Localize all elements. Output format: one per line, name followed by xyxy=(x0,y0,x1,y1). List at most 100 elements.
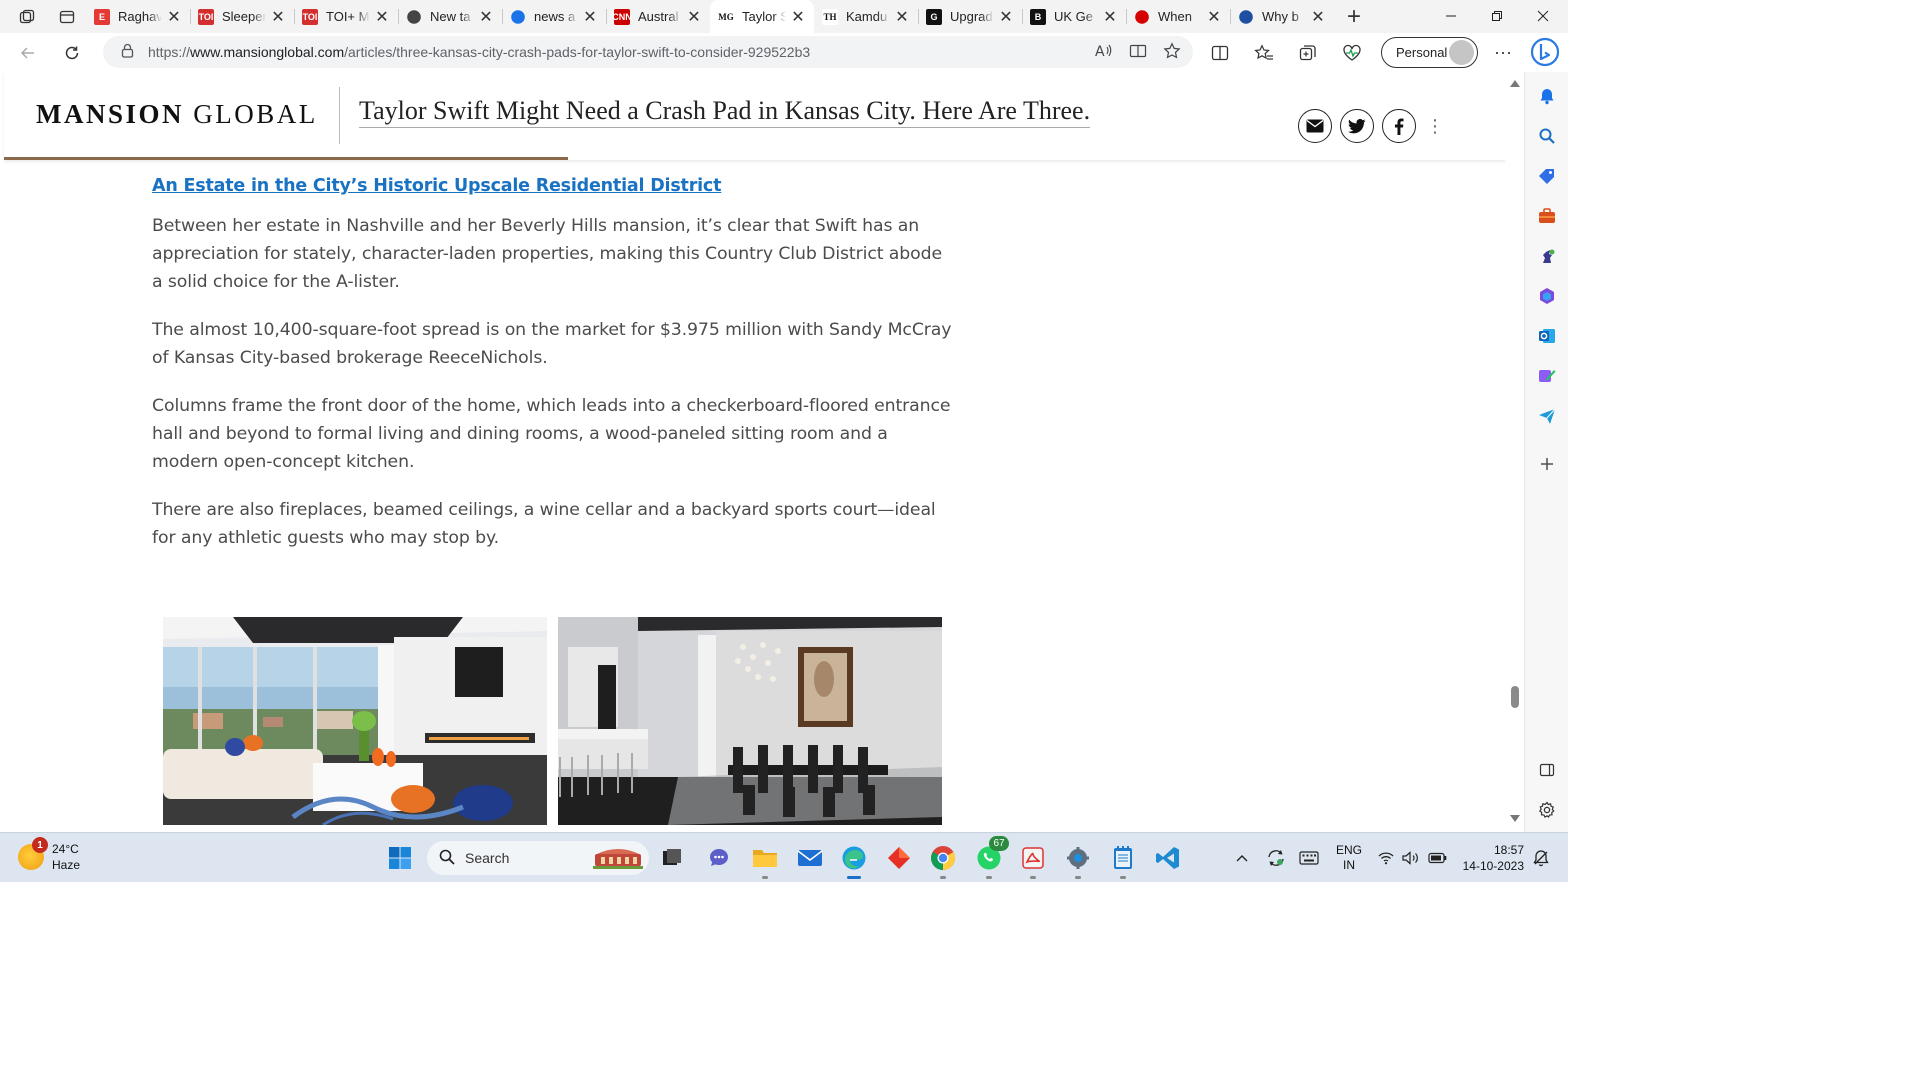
back-arrow-icon[interactable] xyxy=(10,37,46,69)
hide-sidebar-icon[interactable] xyxy=(1535,758,1559,782)
browser-tab[interactable]: G Upgrad ✕ xyxy=(918,0,1022,33)
favorite-star-icon[interactable] xyxy=(1163,41,1181,63)
outlook-icon[interactable] xyxy=(1535,324,1559,348)
tab-close-icon[interactable]: ✕ xyxy=(270,7,286,27)
more-options-icon[interactable]: ··· xyxy=(1488,37,1518,67)
tools-briefcase-icon[interactable] xyxy=(1535,204,1559,228)
url-host: www.mansionglobal.com xyxy=(190,44,345,60)
red-diamond-app-button[interactable] xyxy=(883,842,915,874)
windows-taskbar: 1 24°C Haze Search 67 ENG IN 18:57 14-10… xyxy=(0,832,1568,882)
browser-tab[interactable]: New ta ✕ xyxy=(398,0,502,33)
tab-favicon-icon xyxy=(407,9,421,24)
taskbar-clock[interactable]: 18:57 14-10-2023 xyxy=(1460,842,1524,874)
profile-button[interactable]: Personal xyxy=(1381,37,1478,68)
browser-tab[interactable]: Why b ✕ xyxy=(1230,0,1334,33)
browser-tab[interactable]: TH Kamdu ✕ xyxy=(814,0,918,33)
show-hidden-icons-chevron-icon[interactable] xyxy=(1235,833,1249,883)
task-view-icon xyxy=(663,849,681,865)
tab-close-icon[interactable]: ✕ xyxy=(1310,7,1326,27)
tab-close-icon[interactable]: ✕ xyxy=(1102,7,1118,27)
read-aloud-icon[interactable]: A xyxy=(1095,43,1113,62)
page-scrollbar[interactable] xyxy=(1506,72,1524,832)
immersive-reader-icon[interactable] xyxy=(1129,43,1147,62)
tab-close-icon[interactable]: ✕ xyxy=(790,7,806,27)
designer-icon[interactable] xyxy=(1535,364,1559,388)
settings-button[interactable] xyxy=(1062,842,1094,879)
browser-tab[interactable]: CNN Austral ✕ xyxy=(606,0,710,33)
start-button[interactable] xyxy=(384,842,416,874)
browser-tab[interactable]: TOI Sleeper ✕ xyxy=(190,0,294,33)
notifications-bell-icon[interactable] xyxy=(1535,84,1559,108)
section-heading-link[interactable]: An Estate in the City’s Historic Upscale… xyxy=(152,176,952,196)
vscode-button[interactable] xyxy=(1152,842,1184,874)
split-screen-icon[interactable] xyxy=(1204,37,1236,69)
minimize-button[interactable] xyxy=(1428,0,1474,32)
brand-bold: MANSION xyxy=(36,99,185,129)
browser-essentials-icon[interactable] xyxy=(1336,37,1368,69)
task-view-button[interactable] xyxy=(656,842,688,874)
living-room-photo[interactable] xyxy=(163,617,547,825)
mail-button[interactable] xyxy=(794,842,826,874)
tab-close-icon[interactable]: ✕ xyxy=(374,7,390,27)
browser-tab[interactable]: TOI TOI+ M ✕ xyxy=(294,0,398,33)
tab-close-icon[interactable]: ✕ xyxy=(894,7,910,27)
tab-close-icon[interactable]: ✕ xyxy=(686,7,702,27)
facebook-share-button[interactable] xyxy=(1382,109,1416,143)
restore-button[interactable] xyxy=(1474,0,1520,32)
browser-tab[interactable]: B UK Ge ✕ xyxy=(1022,0,1126,33)
tab-close-icon[interactable]: ✕ xyxy=(1206,7,1222,27)
refresh-icon[interactable] xyxy=(54,37,90,69)
drop-send-icon[interactable] xyxy=(1535,404,1559,428)
sidebar-settings-gear-icon[interactable] xyxy=(1535,798,1559,822)
scrollbar-thumb[interactable] xyxy=(1511,686,1519,708)
search-icon[interactable] xyxy=(1535,124,1559,148)
notepad-button[interactable] xyxy=(1107,842,1139,879)
browser-tab[interactable]: MG Taylor S ✕ xyxy=(710,0,814,33)
sync-icon[interactable] xyxy=(1266,833,1286,883)
taskbar-search[interactable]: Search xyxy=(427,841,649,875)
twitter-share-button[interactable] xyxy=(1340,109,1374,143)
new-tab-button[interactable]: + xyxy=(1338,2,1370,32)
quick-settings[interactable] xyxy=(1378,833,1448,883)
workspaces-icon[interactable] xyxy=(12,2,42,32)
scroll-up-arrow-icon[interactable] xyxy=(1510,80,1520,87)
lock-icon[interactable] xyxy=(121,43,134,61)
tab-close-icon[interactable]: ✕ xyxy=(582,7,598,27)
keyboard-icon[interactable] xyxy=(1299,833,1319,883)
games-chess-icon[interactable] xyxy=(1535,244,1559,268)
email-share-button[interactable] xyxy=(1298,109,1332,143)
tab-actions-icon[interactable] xyxy=(52,2,82,32)
microsoft-365-icon[interactable] xyxy=(1535,284,1559,308)
acrobat-button[interactable] xyxy=(1017,842,1049,879)
language-indicator[interactable]: ENG IN xyxy=(1336,833,1362,883)
tab-close-icon[interactable]: ✕ xyxy=(166,7,182,27)
chrome-button[interactable] xyxy=(927,842,959,879)
site-header: MANSION GLOBAL Taylor Swift Might Need a… xyxy=(4,72,1506,160)
tab-close-icon[interactable]: ✕ xyxy=(998,7,1014,27)
facebook-f-icon xyxy=(1394,117,1404,135)
browser-tab[interactable]: E Raghav ✕ xyxy=(86,0,190,33)
tab-favicon-icon: CNN xyxy=(612,8,632,25)
tab-strip: E Raghav ✕ TOI Sleeper ✕ TOI TOI+ M ✕ New ta ✕ news… xyxy=(0,0,1568,33)
close-window-button[interactable] xyxy=(1520,0,1566,32)
browser-tab[interactable]: When ✕ xyxy=(1126,0,1230,33)
share-more-icon[interactable]: ⋮ xyxy=(1426,117,1444,135)
favorites-icon[interactable] xyxy=(1248,37,1280,69)
running-indicator xyxy=(762,876,768,879)
mansion-global-logo[interactable]: MANSION GLOBAL xyxy=(36,99,318,130)
tab-close-icon[interactable]: ✕ xyxy=(478,7,494,27)
browser-tab[interactable]: news a ✕ xyxy=(502,0,606,33)
collections-icon[interactable] xyxy=(1292,37,1324,69)
add-sidebar-app-icon[interactable] xyxy=(1535,452,1559,476)
bing-copilot-icon[interactable] xyxy=(1528,34,1562,70)
address-bar[interactable]: https://www.mansionglobal.com/articles/t… xyxy=(103,36,1193,68)
dining-room-photo[interactable] xyxy=(558,617,942,825)
notification-center-icon[interactable] xyxy=(1532,833,1550,883)
shopping-tag-icon[interactable] xyxy=(1535,164,1559,188)
teams-chat-button[interactable] xyxy=(703,842,735,874)
whatsapp-button[interactable]: 67 xyxy=(973,836,1009,879)
scroll-down-arrow-icon[interactable] xyxy=(1510,815,1520,822)
weather-widget[interactable]: 1 24°C Haze xyxy=(18,837,80,873)
file-explorer-button[interactable] xyxy=(749,842,781,879)
edge-browser-button[interactable] xyxy=(838,842,870,879)
